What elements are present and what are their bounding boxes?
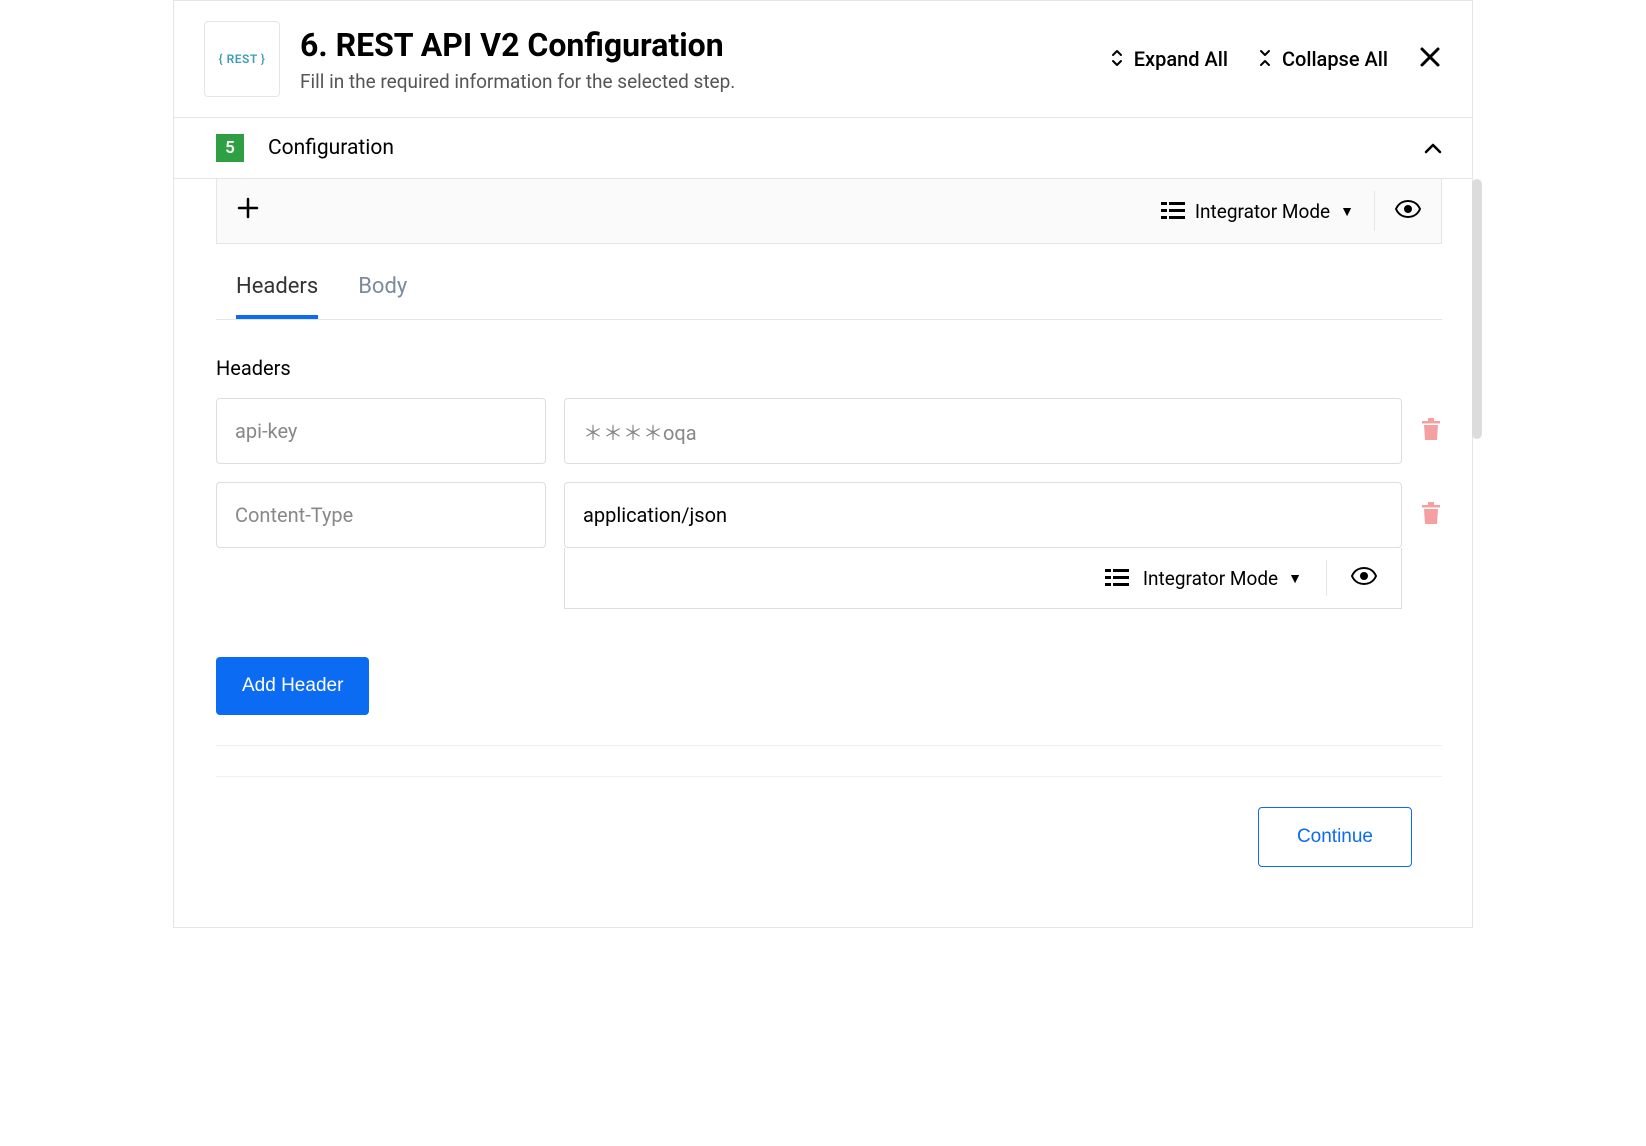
collapse-all-icon <box>1258 48 1272 71</box>
value-mode-selector[interactable]: Integrator Mode ▼ <box>1143 567 1302 590</box>
config-toolbar: Integrator Mode ▼ <box>216 179 1442 244</box>
section-header[interactable]: 5 Configuration <box>174 118 1472 179</box>
scrollbar[interactable] <box>1472 179 1482 439</box>
step-number-badge: 5 <box>216 134 244 162</box>
section-body: Integrator Mode ▼ Headers Body Headers <box>174 179 1472 927</box>
chevron-down-icon: ▼ <box>1288 570 1302 587</box>
close-icon <box>1418 45 1442 69</box>
footer-actions: Continue <box>216 776 1442 897</box>
collapse-all-label: Collapse All <box>1282 47 1388 71</box>
section-title: Configuration <box>268 136 1400 160</box>
page-header: { REST } 6. REST API V2 Configuration Fi… <box>174 1 1472 118</box>
collapse-all-button[interactable]: Collapse All <box>1258 47 1388 71</box>
value-preview-button[interactable] <box>1351 567 1377 589</box>
rest-badge-icon: { REST } <box>204 21 280 97</box>
header-actions: Expand All Collapse All <box>1110 45 1442 74</box>
expand-all-button[interactable]: Expand All <box>1110 47 1228 71</box>
chevron-up-icon <box>1424 138 1442 159</box>
rest-badge-text: { REST } <box>219 52 266 66</box>
headers-section-label: Headers <box>216 356 1442 380</box>
eye-icon <box>1395 200 1421 218</box>
header-row <box>216 398 1442 464</box>
delete-header-button[interactable] <box>1420 416 1442 446</box>
header-titles: 6. REST API V2 Configuration Fill in the… <box>300 26 1090 93</box>
add-icon[interactable] <box>237 197 259 225</box>
add-header-button[interactable]: Add Header <box>216 657 369 715</box>
tabs: Headers Body <box>216 244 1442 320</box>
value-mode-label: Integrator Mode <box>1143 567 1278 590</box>
expand-all-label: Expand All <box>1134 47 1228 71</box>
header-key-input[interactable] <box>216 398 546 464</box>
mode-selector[interactable]: Integrator Mode ▼ <box>1161 200 1354 223</box>
chevron-down-icon: ▼ <box>1340 203 1354 220</box>
tab-body[interactable]: Body <box>358 274 407 319</box>
expand-all-icon <box>1110 48 1124 71</box>
eye-icon <box>1351 567 1377 585</box>
delete-header-button[interactable] <box>1420 500 1442 530</box>
trash-icon <box>1420 416 1442 442</box>
header-value-input[interactable] <box>564 482 1402 548</box>
trash-icon <box>1420 500 1442 526</box>
integrator-mode-icon <box>1161 202 1185 220</box>
page-subtitle: Fill in the required information for the… <box>300 70 1090 93</box>
preview-button[interactable] <box>1395 200 1421 222</box>
value-toolbar: Integrator Mode ▼ <box>564 548 1402 609</box>
continue-button[interactable]: Continue <box>1258 807 1412 867</box>
integrator-mode-icon <box>1105 569 1129 587</box>
header-key-input[interactable] <box>216 482 546 548</box>
header-value-input[interactable] <box>564 398 1402 464</box>
header-row: Integrator Mode ▼ <box>216 482 1442 609</box>
mode-label: Integrator Mode <box>1195 200 1330 223</box>
divider <box>216 745 1442 746</box>
close-button[interactable] <box>1418 45 1442 74</box>
tab-headers[interactable]: Headers <box>236 274 318 319</box>
page-title: 6. REST API V2 Configuration <box>300 26 1090 64</box>
